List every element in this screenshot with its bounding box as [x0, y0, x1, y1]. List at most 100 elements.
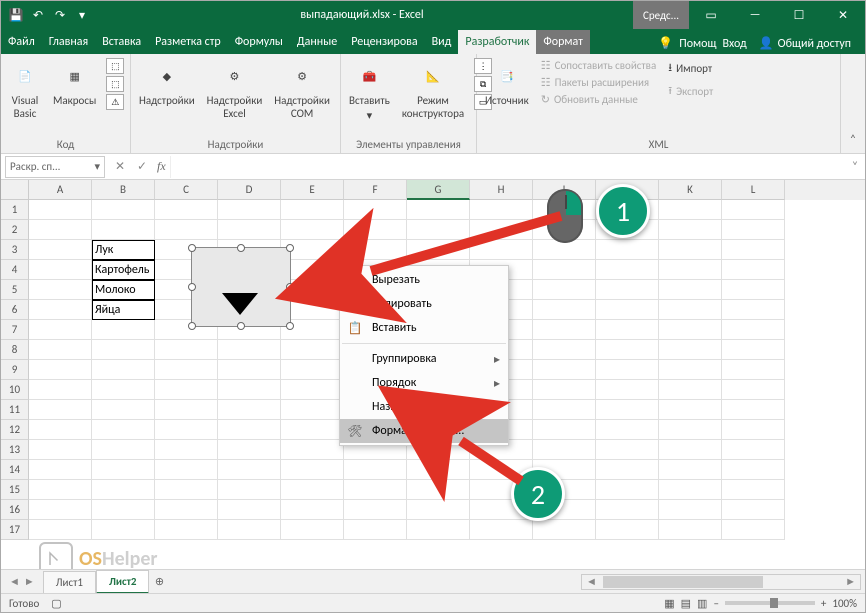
- tab-format[interactable]: Формат: [536, 30, 589, 54]
- cell[interactable]: [533, 380, 596, 400]
- cell[interactable]: [596, 280, 659, 300]
- cell[interactable]: [281, 460, 344, 480]
- cell[interactable]: [92, 320, 155, 340]
- cell[interactable]: Лук: [92, 240, 155, 260]
- cell[interactable]: [218, 460, 281, 480]
- cell[interactable]: [470, 520, 533, 540]
- cell[interactable]: [29, 420, 92, 440]
- cell[interactable]: [344, 200, 407, 220]
- row-3[interactable]: 3: [1, 240, 29, 260]
- cell[interactable]: [407, 460, 470, 480]
- close-icon[interactable]: ✕: [821, 1, 865, 29]
- cell[interactable]: [92, 200, 155, 220]
- cell[interactable]: [29, 380, 92, 400]
- cell[interactable]: [659, 460, 722, 480]
- customize-qat-icon[interactable]: ▾: [73, 6, 91, 24]
- row-2[interactable]: 2: [1, 220, 29, 240]
- cell[interactable]: [281, 360, 344, 380]
- row-15[interactable]: 15: [1, 480, 29, 500]
- cell[interactable]: [596, 320, 659, 340]
- cell[interactable]: [659, 240, 722, 260]
- cell[interactable]: [722, 400, 785, 420]
- cell[interactable]: [722, 340, 785, 360]
- cell[interactable]: [470, 200, 533, 220]
- cell[interactable]: [92, 420, 155, 440]
- cell[interactable]: [533, 300, 596, 320]
- sheet-nav-next-icon[interactable]: ►: [24, 575, 35, 588]
- cell[interactable]: [281, 520, 344, 540]
- cell[interactable]: [155, 340, 218, 360]
- row-9[interactable]: 9: [1, 360, 29, 380]
- ctx-assign-macro[interactable]: Назначить макрос...: [340, 395, 508, 419]
- insert-control-button[interactable]: 🧰 Вставить ▾: [347, 58, 392, 124]
- cell[interactable]: [155, 200, 218, 220]
- row-7[interactable]: 7: [1, 320, 29, 340]
- cell[interactable]: [92, 480, 155, 500]
- expand-formula-icon[interactable]: ˅: [845, 160, 865, 174]
- row-1[interactable]: 1: [1, 200, 29, 220]
- contextual-tools-tab[interactable]: Средс...: [633, 1, 689, 29]
- sheet-tab-1[interactable]: Лист1: [43, 571, 96, 593]
- cell[interactable]: [155, 520, 218, 540]
- cell[interactable]: [722, 480, 785, 500]
- cell[interactable]: [92, 520, 155, 540]
- select-all-corner[interactable]: [1, 180, 29, 200]
- cell[interactable]: [92, 500, 155, 520]
- macro-security-icon[interactable]: ⚠: [106, 94, 124, 110]
- horizontal-scrollbar[interactable]: ◄►: [169, 574, 865, 590]
- cell[interactable]: [155, 380, 218, 400]
- cell[interactable]: [722, 520, 785, 540]
- cell[interactable]: [155, 440, 218, 460]
- cell[interactable]: [29, 480, 92, 500]
- cell[interactable]: [29, 260, 92, 280]
- row-6[interactable]: 6: [1, 300, 29, 320]
- cell[interactable]: [533, 400, 596, 420]
- cell[interactable]: [155, 420, 218, 440]
- cell[interactable]: [344, 520, 407, 540]
- cell[interactable]: [470, 220, 533, 240]
- cell[interactable]: [29, 320, 92, 340]
- resize-handle[interactable]: [286, 283, 294, 291]
- row-11[interactable]: 11: [1, 400, 29, 420]
- tab-pagelayout[interactable]: Разметка стр: [148, 30, 228, 54]
- row-8[interactable]: 8: [1, 340, 29, 360]
- cell[interactable]: [722, 320, 785, 340]
- cell[interactable]: [281, 400, 344, 420]
- row-5[interactable]: 5: [1, 280, 29, 300]
- relative-ref-icon[interactable]: ⬚: [106, 76, 124, 92]
- import-button[interactable]: ⭳Импорт: [666, 58, 715, 79]
- cell[interactable]: [407, 220, 470, 240]
- cell[interactable]: [344, 240, 407, 260]
- sheet-tab-2[interactable]: Лист2: [96, 570, 150, 594]
- tab-insert[interactable]: Вставка: [95, 30, 148, 54]
- cell[interactable]: [596, 260, 659, 280]
- ctx-paste[interactable]: 📋Вставить: [340, 316, 508, 340]
- cell[interactable]: [659, 320, 722, 340]
- record-macro-icon[interactable]: ⬚: [106, 58, 124, 74]
- cell[interactable]: [596, 500, 659, 520]
- save-icon[interactable]: 💾: [7, 6, 25, 24]
- cell[interactable]: [281, 200, 344, 220]
- addins-button[interactable]: ◆ Надстройки: [137, 58, 197, 109]
- name-box-dropdown-icon[interactable]: ▾: [94, 160, 100, 173]
- excel-addins-button[interactable]: ⚙ Надстройки Excel: [205, 58, 265, 122]
- row-13[interactable]: 13: [1, 440, 29, 460]
- cell[interactable]: [533, 260, 596, 280]
- cell[interactable]: [218, 440, 281, 460]
- cell[interactable]: [155, 360, 218, 380]
- undo-icon[interactable]: ↶: [29, 6, 47, 24]
- row-17[interactable]: 17: [1, 520, 29, 540]
- cell[interactable]: [596, 340, 659, 360]
- cell[interactable]: [722, 220, 785, 240]
- cell[interactable]: [155, 220, 218, 240]
- cell[interactable]: [596, 240, 659, 260]
- cell[interactable]: [596, 420, 659, 440]
- cell[interactable]: [722, 380, 785, 400]
- cell[interactable]: [92, 380, 155, 400]
- cell[interactable]: [722, 200, 785, 220]
- cell[interactable]: [29, 360, 92, 380]
- cell[interactable]: [470, 240, 533, 260]
- cell[interactable]: [281, 480, 344, 500]
- tab-view[interactable]: Вид: [425, 30, 459, 54]
- row-16[interactable]: 16: [1, 500, 29, 520]
